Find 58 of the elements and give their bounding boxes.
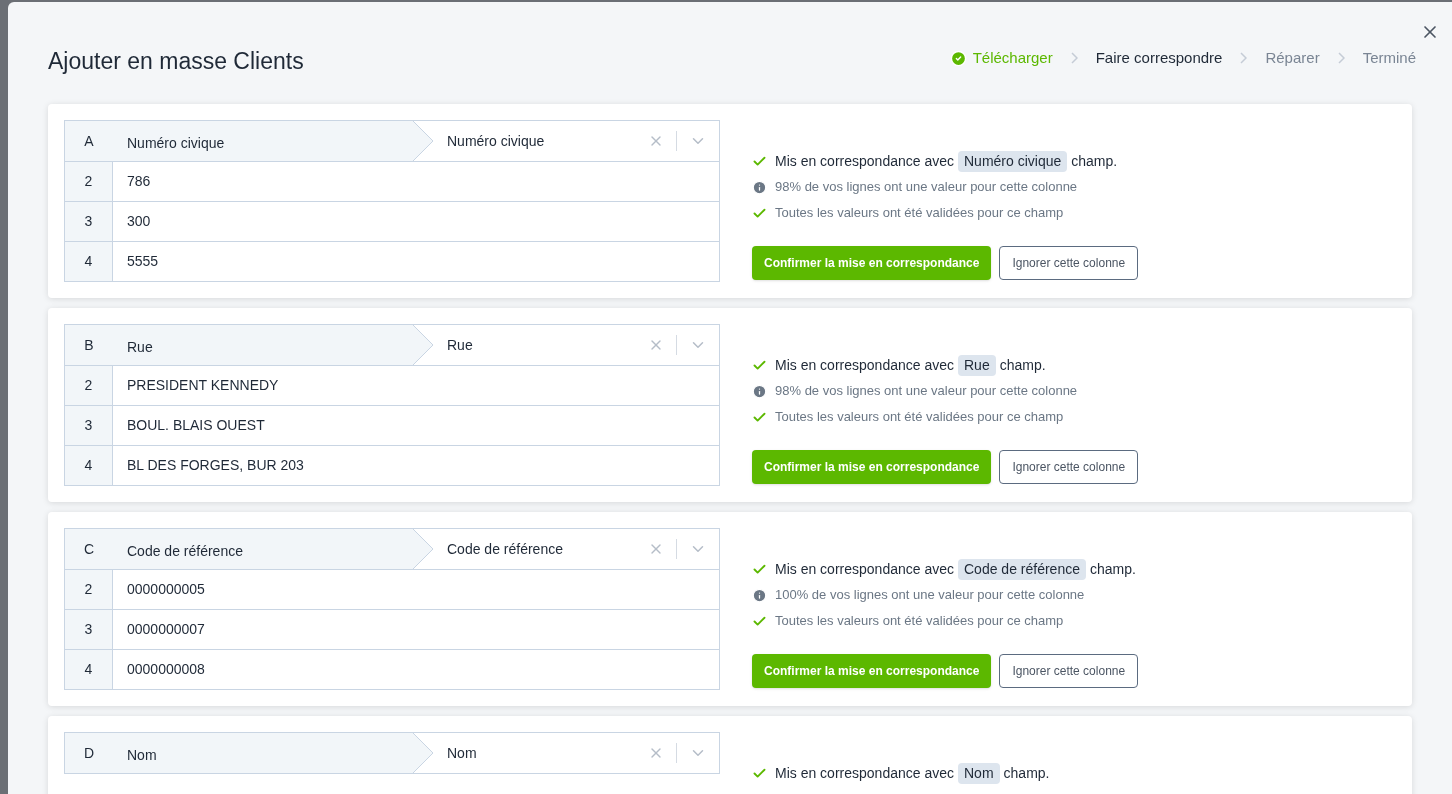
chevron-right-icon [1337, 52, 1345, 65]
field-chip: Rue [958, 354, 996, 376]
table-cell-text: 5555 [126, 252, 160, 271]
check-circle-icon [949, 49, 967, 67]
row-number: 4 [65, 650, 113, 689]
ignore-button[interactable]: Ignorer cette colonne [999, 654, 1139, 688]
table-cell-text: BL DES FORGES, BUR 203 [126, 456, 305, 475]
table-cell-text: BOUL. BLAIS OUEST [126, 416, 266, 435]
table-cell-text: 0000000005 [126, 580, 206, 599]
match-text: Mis en correspondance avec [775, 355, 954, 375]
dialog-title: Ajouter en masse Clients [48, 47, 304, 76]
field-chip: Nom [958, 762, 1000, 784]
column-letter: A [83, 131, 95, 151]
row-number: 2 [65, 366, 113, 405]
step[interactable]: Faire correspondre [1095, 47, 1223, 70]
match-text: Mis en correspondance avec [775, 559, 954, 579]
chevron-right-icon [1070, 52, 1078, 65]
chevron-right-icon [1240, 52, 1248, 65]
match-text: champ. [1003, 763, 1050, 783]
ignore-button[interactable]: Ignorer cette colonne [999, 246, 1139, 280]
column-name: Code de référence [126, 541, 243, 561]
row-number: 3 [65, 610, 113, 649]
info-text: 98% de vos lignes ont une valeur pour cette colonne [775, 178, 1078, 197]
table-cell-text: 786 [126, 172, 152, 191]
row-number: 2 [65, 162, 113, 201]
column-letter: B [83, 335, 95, 355]
validation-text: Toutes les valeurs ont été validées pour ce champ [775, 204, 1064, 223]
column-name: Numéro civique [126, 133, 225, 153]
row-number: 4 [65, 446, 113, 485]
info-icon [752, 587, 767, 603]
field-chip: Code de référence [958, 558, 1086, 580]
info-text: 100% de vos lignes ont une valeur pour cette colonne [775, 586, 1085, 605]
field-chip: Numéro civique [958, 150, 1068, 172]
row-number: 4 [65, 242, 113, 281]
validation-text: Toutes les valeurs ont été validées pour ce champ [775, 408, 1064, 427]
match-text: Mis en correspondance avec [775, 763, 954, 783]
column-letter: C [82, 539, 96, 559]
table-cell-text: 300 [126, 212, 152, 231]
table-cell-text: PRESIDENT KENNEDY [126, 376, 280, 395]
field-select[interactable]: Numéro civique [413, 121, 719, 161]
row-number: 3 [65, 406, 113, 445]
info-icon [752, 179, 767, 195]
field-select[interactable]: Code de référence [413, 529, 719, 569]
table-cell-text: 0000000008 [126, 660, 206, 679]
table-cell-text: 0000000007 [126, 620, 206, 639]
info-text: 98% de vos lignes ont une valeur pour cette colonne [775, 382, 1078, 401]
match-text: champ. [1071, 151, 1118, 171]
row-number: 2 [65, 570, 113, 609]
column-name: Rue [126, 337, 153, 357]
field-select[interactable]: Rue [413, 325, 719, 365]
info-icon [752, 383, 767, 399]
match-text: champ. [999, 355, 1046, 375]
match-text: champ. [1089, 559, 1136, 579]
match-text: Mis en correspondance avec [775, 151, 954, 171]
ignore-button[interactable]: Ignorer cette colonne [999, 450, 1139, 484]
validation-text: Toutes les valeurs ont été validées pour ce champ [775, 612, 1064, 631]
row-number: 3 [65, 202, 113, 241]
step[interactable]: Terminé [1362, 47, 1416, 70]
